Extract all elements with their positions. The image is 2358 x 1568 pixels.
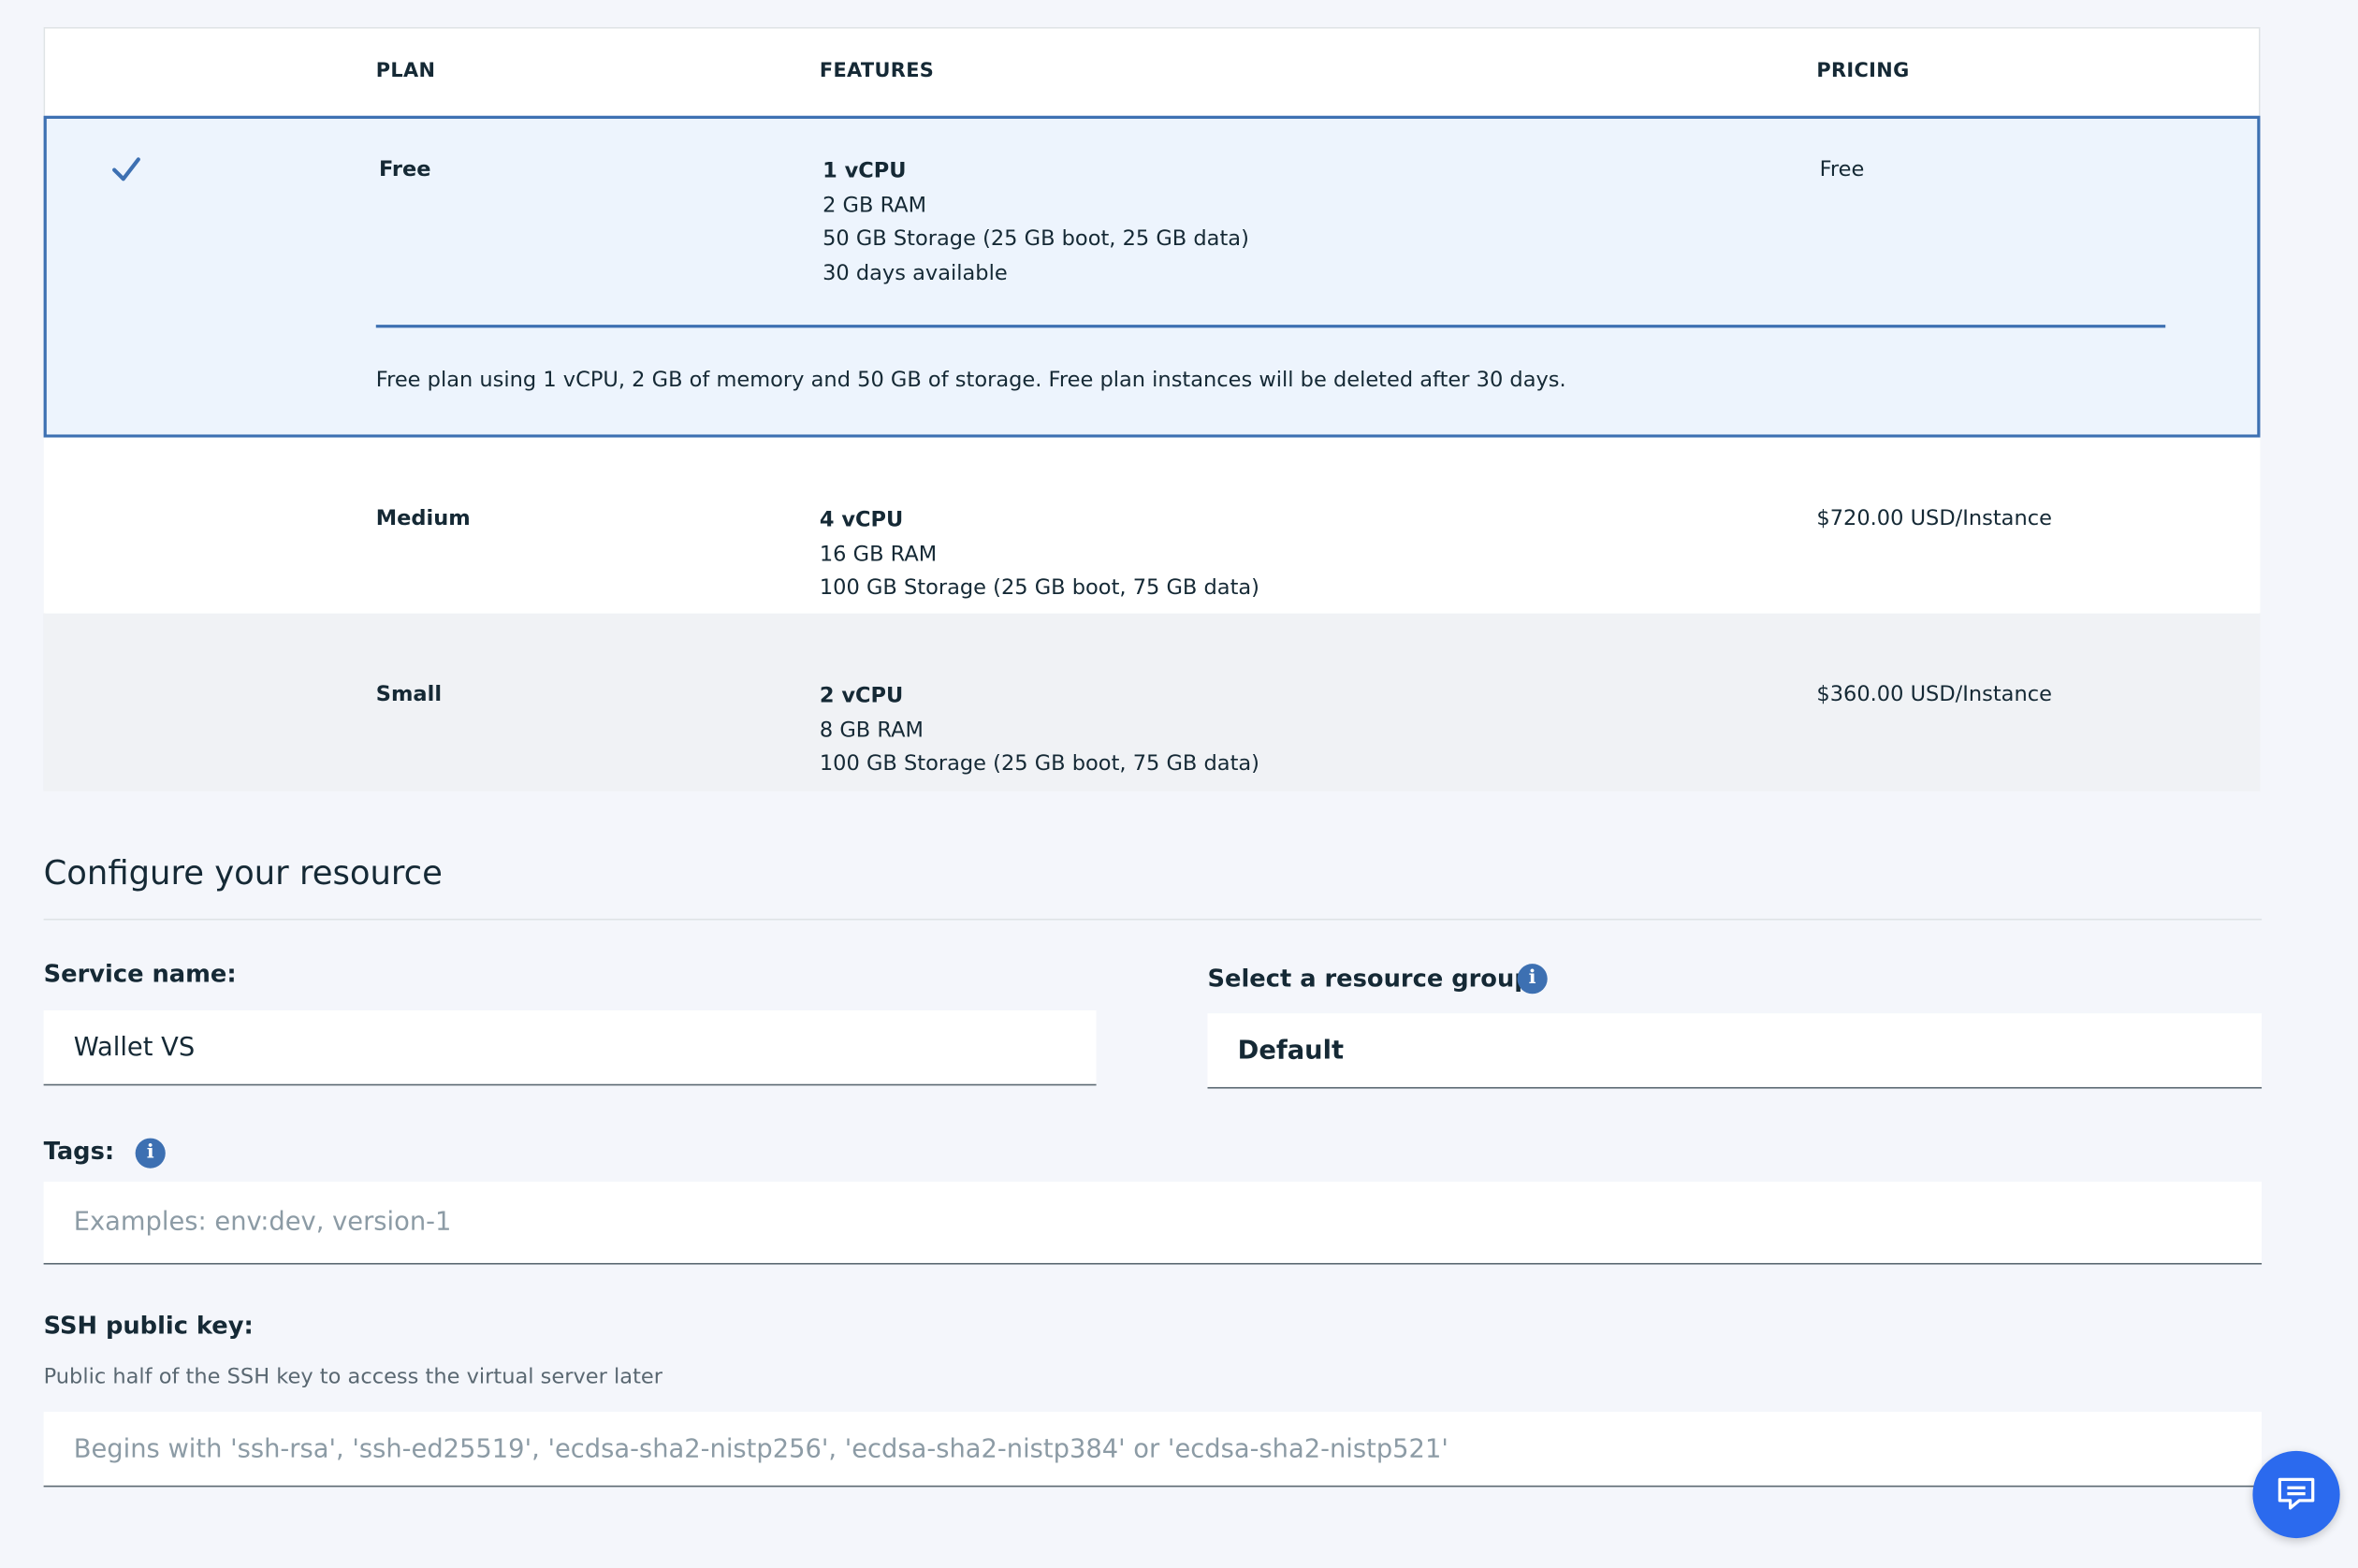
chat-icon — [2278, 1477, 2315, 1510]
plan-features: 1 vCPU 2 GB RAM 50 GB Storage (25 GB boo… — [822, 155, 1249, 291]
page: PLAN FEATURES PRICING Free 1 vCPU 2 GB R… — [0, 0, 2358, 1568]
feature-storage: 100 GB Storage (25 GB boot, 75 GB data) — [819, 751, 1259, 777]
section-divider — [43, 918, 2263, 921]
plan-name: Free — [378, 157, 431, 182]
feature-cpu: 2 vCPU — [819, 684, 904, 708]
plan-row-medium[interactable]: Medium 4 vCPU 16 GB RAM 100 GB Storage (… — [43, 437, 2261, 614]
resource-group-label: Select a resource group: — [1207, 964, 1541, 993]
feature-ram: 8 GB RAM — [819, 718, 924, 743]
chat-button[interactable] — [2252, 1450, 2340, 1539]
feature-storage: 50 GB Storage (25 GB boot, 25 GB data) — [822, 226, 1249, 252]
plan-price: $360.00 USD/Instance — [1816, 682, 2052, 707]
service-name-label: Service name: — [43, 959, 237, 988]
plan-row-small[interactable]: Small 2 vCPU 8 GB RAM 100 GB Storage (25… — [43, 613, 2261, 791]
plan-description-divider — [375, 325, 2166, 328]
resource-group-select[interactable]: Default — [1207, 1013, 2263, 1089]
column-header-plan: PLAN — [375, 60, 436, 83]
info-icon[interactable]: i — [1517, 964, 1548, 995]
plan-description: Free plan using 1 vCPU, 2 GB of memory a… — [375, 368, 1566, 393]
feature-availability: 30 days available — [822, 260, 1008, 285]
tags-label: Tags: — [43, 1136, 115, 1166]
checkmark-icon — [112, 157, 140, 181]
plan-name: Medium — [375, 506, 471, 531]
feature-cpu: 4 vCPU — [819, 508, 904, 532]
column-header-pricing: PRICING — [1816, 60, 1910, 83]
resource-group-value: Default — [1237, 1035, 1345, 1066]
feature-ram: 2 GB RAM — [822, 193, 927, 218]
plan-price: Free — [1819, 157, 1865, 182]
info-icon[interactable]: i — [135, 1138, 166, 1169]
section-title: Configure your resource — [43, 855, 443, 893]
feature-storage: 100 GB Storage (25 GB boot, 75 GB data) — [819, 575, 1259, 601]
plan-name: Small — [375, 682, 443, 707]
column-header-features: FEATURES — [819, 60, 935, 83]
ssh-key-helper-text: Public half of the SSH key to access the… — [43, 1365, 663, 1389]
ssh-key-label: SSH public key: — [43, 1311, 254, 1340]
plan-table: PLAN FEATURES PRICING Free 1 vCPU 2 GB R… — [43, 26, 2261, 791]
feature-ram: 16 GB RAM — [819, 542, 938, 567]
plan-features: 2 vCPU 8 GB RAM 100 GB Storage (25 GB bo… — [820, 679, 1259, 780]
ssh-key-input[interactable] — [43, 1412, 2263, 1488]
feature-cpu: 1 vCPU — [822, 159, 907, 184]
plan-row-free[interactable]: Free 1 vCPU 2 GB RAM 50 GB Storage (25 G… — [43, 115, 2261, 438]
plan-table-header: PLAN FEATURES PRICING — [45, 28, 2259, 116]
plan-price: $720.00 USD/Instance — [1816, 506, 2052, 531]
tags-input[interactable] — [43, 1182, 2263, 1265]
plan-features: 4 vCPU 16 GB RAM 100 GB Storage (25 GB b… — [820, 503, 1259, 604]
service-name-input[interactable] — [43, 1009, 1097, 1086]
